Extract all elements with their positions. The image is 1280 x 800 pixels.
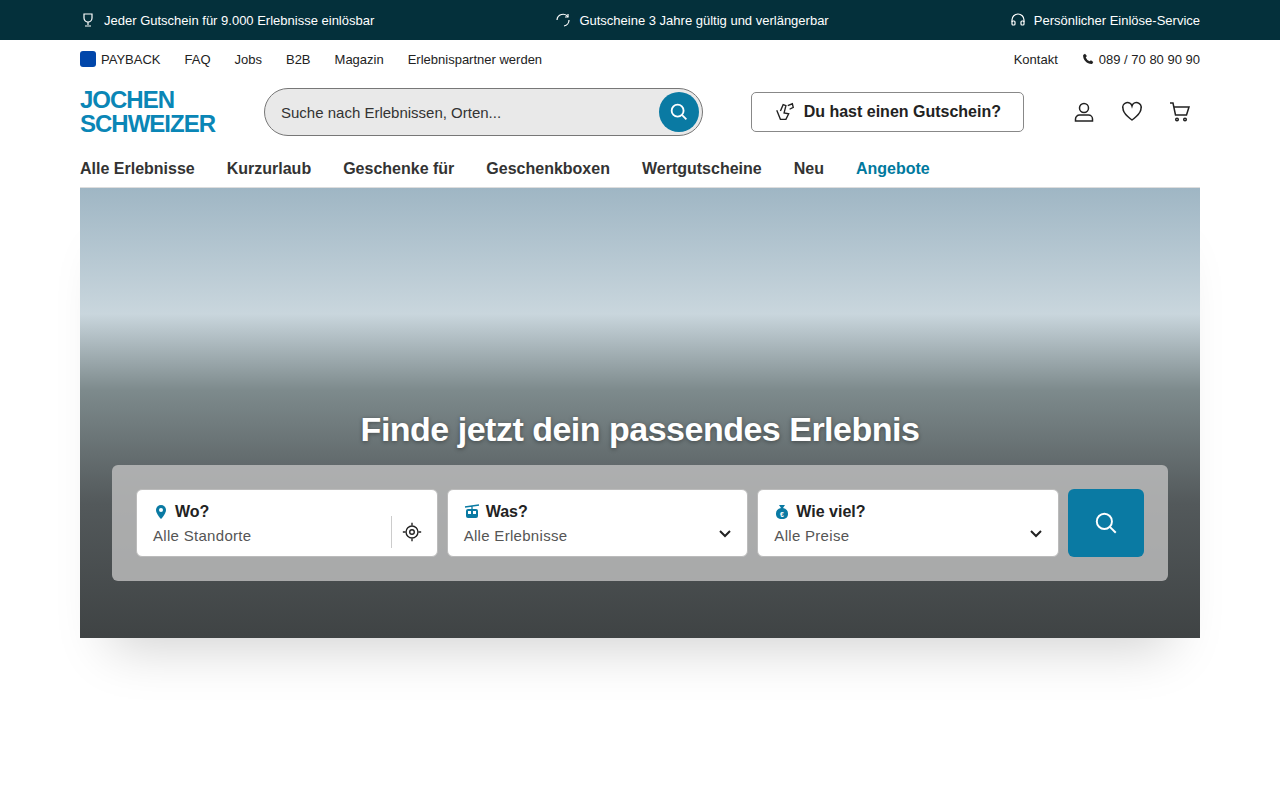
filter-field[interactable]: €Wie viel?Alle Preise xyxy=(757,489,1059,557)
headset-icon xyxy=(1010,12,1026,28)
usp-text: Gutscheine 3 Jahre gültig und verlängerb… xyxy=(579,13,828,28)
locate-target-icon[interactable] xyxy=(401,521,423,543)
utility-link[interactable]: FAQ xyxy=(184,52,210,67)
filter-panel: Wo?Alle StandorteWas?Alle Erlebnisse€Wie… xyxy=(112,465,1168,581)
header: JOCHENSCHWEIZER Suche nach Erlebnissen, O… xyxy=(80,78,1200,146)
main-nav: Alle Erlebnisse Kurzurlaub Geschenke für Ge… xyxy=(80,146,1200,188)
usp-bar: Jeder Gutschein für 9.000 Erlebnisse ein… xyxy=(0,0,1280,40)
map-pin-icon xyxy=(153,504,169,520)
hero: Finde jetzt dein passendes Erlebnis Wo?Al… xyxy=(80,188,1200,638)
nav-item[interactable]: Geschenke für xyxy=(343,160,454,178)
wishlist-heart-icon[interactable] xyxy=(1120,100,1144,124)
utility-link[interactable]: Magazin xyxy=(335,52,384,67)
search-button[interactable] xyxy=(659,92,699,132)
usp-text: Jeder Gutschein für 9.000 Erlebnisse ein… xyxy=(104,13,374,28)
refresh-icon xyxy=(555,12,571,28)
account-icon[interactable] xyxy=(1072,100,1096,124)
utility-link[interactable]: B2B xyxy=(286,52,311,67)
search-field[interactable]: Suche nach Erlebnissen, Orten... xyxy=(264,88,703,136)
money-bag-icon: € xyxy=(774,504,790,520)
usp-text: Persönlicher Einlöse-Service xyxy=(1034,13,1200,28)
svg-text:€: € xyxy=(780,511,784,518)
nav-item[interactable]: Angebote xyxy=(856,160,930,178)
hand-voucher-icon xyxy=(774,101,796,123)
utility-link[interactable]: PAYBACK xyxy=(80,51,160,67)
cart-icon[interactable] xyxy=(1168,100,1192,124)
utility-bar: PAYBACK FAQ Jobs B2B Magazin Erlebnispartner … xyxy=(80,40,1200,78)
nav-item[interactable]: Neu xyxy=(794,160,824,178)
chevron-down-icon xyxy=(1028,525,1044,541)
usp-item: Gutscheine 3 Jahre gültig und verlängerb… xyxy=(555,12,828,28)
utility-link[interactable]: Jobs xyxy=(235,52,262,67)
search-icon xyxy=(668,101,690,123)
nav-item[interactable]: Alle Erlebnisse xyxy=(80,160,195,178)
filter-field[interactable]: Wo?Alle Standorte xyxy=(136,489,438,557)
nav-item[interactable]: Wertgutscheine xyxy=(642,160,762,178)
search-icon xyxy=(1093,510,1119,536)
utility-link[interactable]: Erlebnispartner werden xyxy=(408,52,542,67)
cable-car-icon xyxy=(464,504,480,520)
filter-field[interactable]: Was?Alle Erlebnisse xyxy=(447,489,749,557)
usp-item: Persönlicher Einlöse-Service xyxy=(1010,12,1200,28)
filter-search-button[interactable] xyxy=(1068,489,1144,557)
nav-item[interactable]: Kurzurlaub xyxy=(227,160,311,178)
phone-icon xyxy=(1082,53,1094,65)
usp-item: Jeder Gutschein für 9.000 Erlebnisse ein… xyxy=(80,12,374,28)
nav-item[interactable]: Geschenkboxen xyxy=(486,160,610,178)
voucher-button[interactable]: Du hast einen Gutschein? xyxy=(751,92,1024,132)
logo[interactable]: JOCHENSCHWEIZER xyxy=(80,88,216,135)
trophy-icon xyxy=(80,12,96,28)
hero-title: Finde jetzt dein passendes Erlebnis xyxy=(112,410,1168,449)
utility-link[interactable]: Kontakt xyxy=(1014,52,1058,67)
page: Jeder Gutschein für 9.000 Erlebnisse ein… xyxy=(0,0,1280,793)
utility-link[interactable]: 089 / 70 80 90 90 xyxy=(1082,52,1200,67)
payback-icon xyxy=(80,51,96,67)
chevron-down-icon xyxy=(717,525,733,541)
content-area xyxy=(0,638,1280,793)
